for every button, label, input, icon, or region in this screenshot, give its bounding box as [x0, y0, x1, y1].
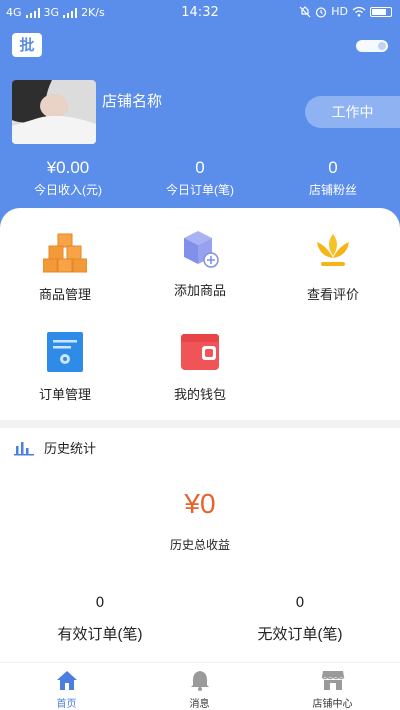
stat-value: 0 [195, 158, 205, 177]
cubes-icon [43, 233, 87, 273]
menu-item-label: 我的钱包 [173, 387, 226, 402]
stats-row: ¥0.00 今日收入(元) 0 今日订单(笔) 0 店铺粉丝 [0, 158, 400, 202]
nav-label: 店铺中心 [312, 699, 353, 710]
menu-item-view-reviews[interactable]: 查看评价 [268, 230, 398, 303]
menu-item-label: 商品管理 [38, 287, 91, 302]
menu-item-my-wallet[interactable]: 我的钱包 [135, 330, 265, 403]
invalid-orders-value: 0 [295, 595, 305, 611]
store-icon [320, 671, 345, 690]
bell-icon [190, 671, 209, 691]
valid-orders-label: 有效订单(笔) [57, 626, 143, 643]
menu-item-label: 添加商品 [173, 283, 226, 298]
nav-label: 首页 [56, 699, 77, 710]
history-title: 历史统计 [44, 441, 97, 456]
menu-item-label: 查看评价 [306, 287, 359, 302]
valid-orders: 0 有效订单(笔) [0, 595, 200, 644]
flower-icon [317, 234, 349, 266]
nav-label: 消息 [189, 699, 210, 710]
stat-fans[interactable]: 0 店铺粉丝 [268, 158, 398, 198]
invalid-orders: 0 无效订单(笔) [200, 595, 400, 644]
stat-label: 今日订单(笔) [166, 183, 234, 197]
battery-icon [370, 6, 392, 17]
invalid-orders-label: 无效订单(笔) [257, 626, 343, 643]
store-name: 店铺名称 [102, 93, 163, 110]
menu-item-label: 订单管理 [38, 387, 91, 402]
add-box-icon [184, 231, 219, 268]
history-header: 历史统计 [14, 438, 96, 457]
bar-chart-icon [14, 441, 34, 455]
stat-label: 今日收入(元) [34, 183, 102, 197]
hd-indicator: HD [331, 5, 348, 18]
section-divider [0, 420, 400, 428]
bottom-nav: 首页 消息 店铺中心 [0, 662, 400, 710]
alarm-icon [316, 6, 327, 18]
stat-orders[interactable]: 0 今日订单(笔) [135, 158, 265, 198]
status-bar: 4G 3G 2K/s 14:32 HD [0, 0, 400, 26]
menu-item-order-management[interactable]: 订单管理 [0, 330, 130, 403]
menu-card: 商品管理 添加商品 查看评价 订单管理 我的钱包 [0, 208, 400, 420]
work-status-button[interactable]: 工作中 [305, 96, 400, 128]
stat-value: ¥0.00 [46, 158, 90, 177]
wallet-icon [181, 334, 219, 370]
mode-toggle[interactable] [356, 40, 388, 52]
menu-item-add-product[interactable]: 添加商品 [135, 226, 265, 299]
avatar-image [12, 80, 96, 144]
wifi-icon [352, 6, 366, 17]
total-revenue-label: 历史总收益 [169, 538, 230, 552]
total-revenue-value: ¥0 [184, 488, 216, 519]
valid-orders-value: 0 [95, 595, 105, 611]
app-badge-icon[interactable]: 批 [12, 33, 42, 57]
store-avatar[interactable] [12, 80, 96, 144]
stat-label: 店铺粉丝 [308, 183, 357, 197]
order-doc-icon [47, 332, 83, 372]
nav-store-center[interactable]: 店铺中心 [266, 669, 399, 710]
stat-value: 0 [328, 158, 338, 177]
nav-home[interactable]: 首页 [0, 669, 133, 710]
nav-messages[interactable]: 消息 [133, 669, 266, 710]
menu-item-product-management[interactable]: 商品管理 [0, 230, 130, 303]
stat-income[interactable]: ¥0.00 今日收入(元) [3, 158, 133, 198]
mute-icon [299, 5, 311, 17]
home-icon [56, 671, 77, 690]
